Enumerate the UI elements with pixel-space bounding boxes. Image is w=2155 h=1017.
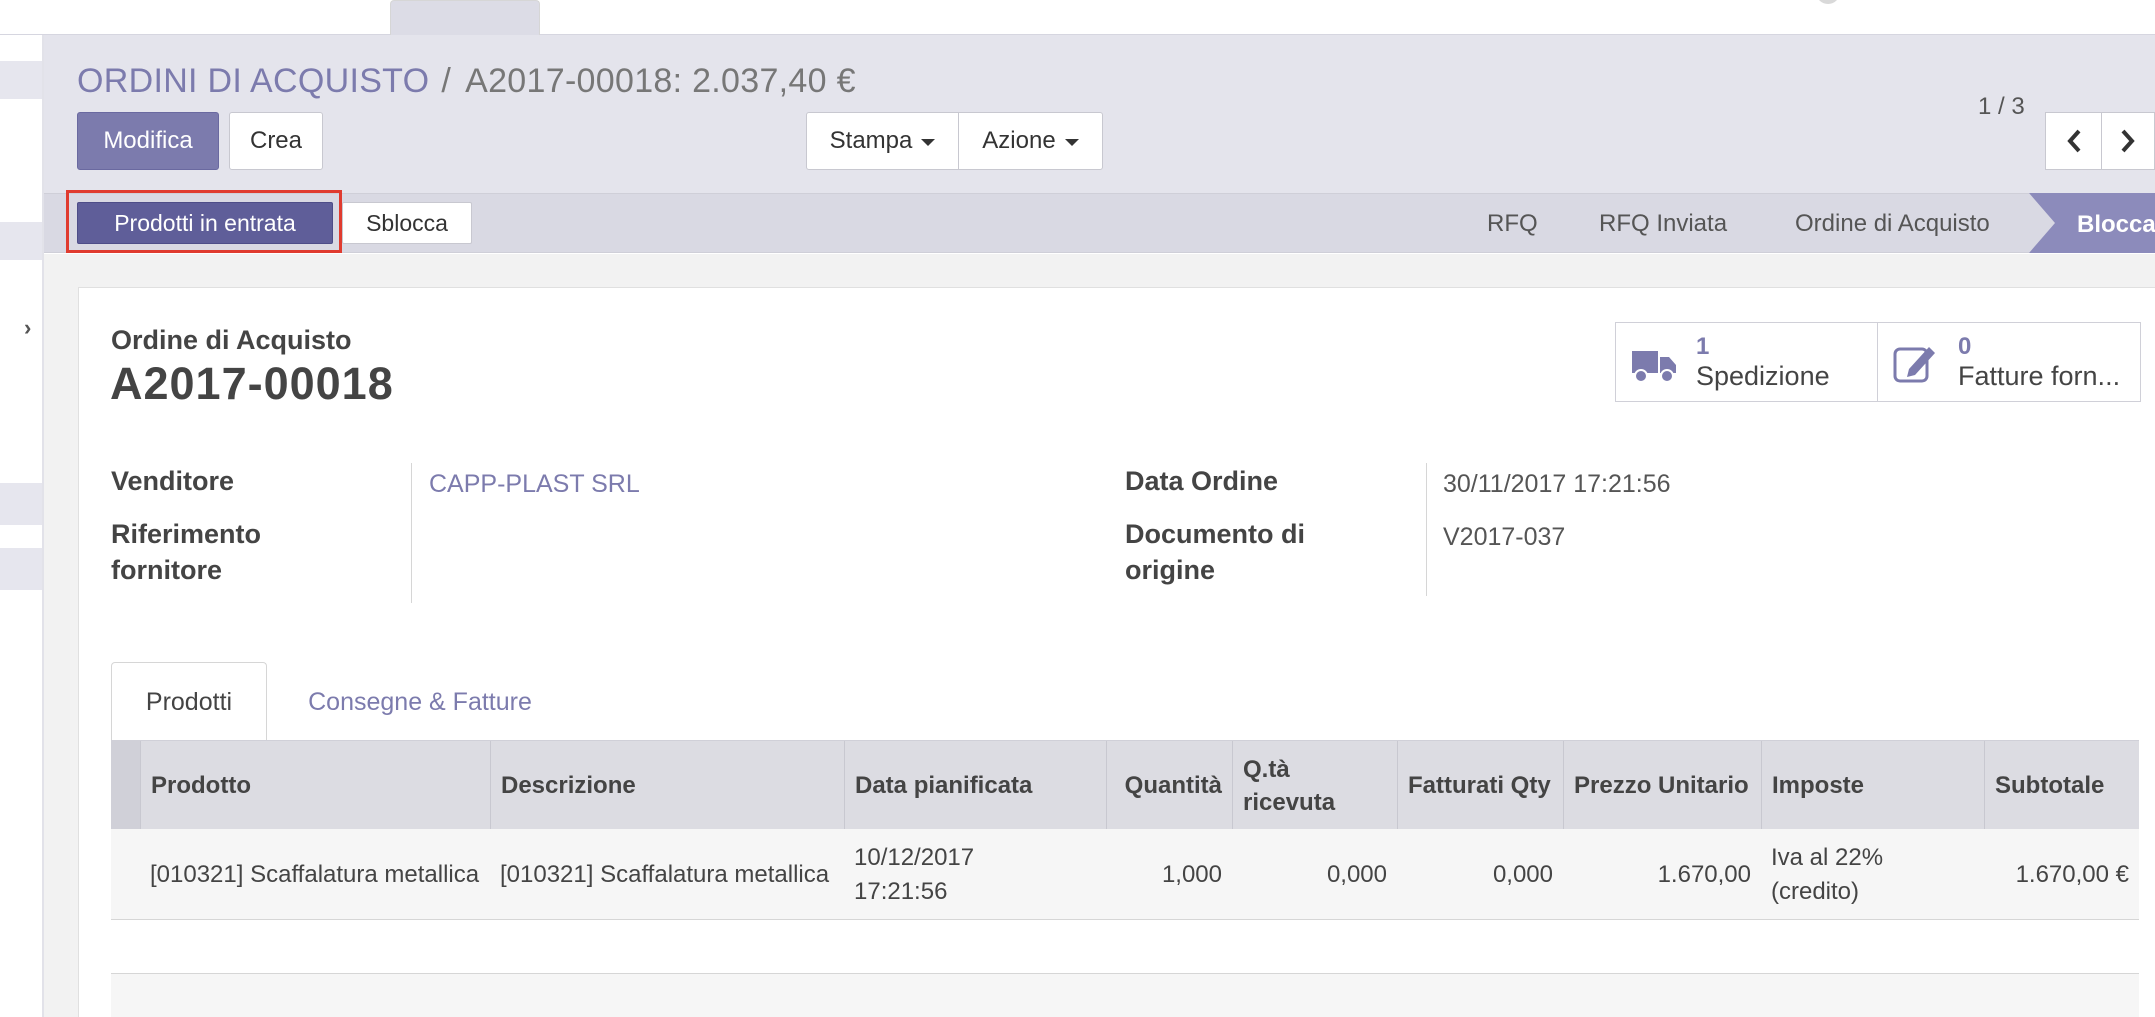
sidebar-item[interactable] (0, 548, 42, 590)
vendor-label: Venditore (111, 466, 235, 496)
cell-product: [010321] Scaffalatura metallica (150, 860, 480, 888)
column-header-billed-qty[interactable]: Fatturati Qty (1397, 741, 1563, 830)
chevron-left-icon (2066, 129, 2080, 153)
sidebar: › (0, 35, 44, 1017)
column-header-received-qty[interactable]: Q.tà ricevuta (1232, 741, 1397, 830)
stage-rfq[interactable]: RFQ (1487, 210, 1538, 238)
table-footer (111, 973, 2139, 1017)
vendor-value-link[interactable]: CAPP-PLAST SRL (429, 470, 640, 499)
vendor-reference-label: Riferimento fornitore (111, 519, 262, 585)
breadcrumb-current: A2017-00018: 2.037,40 € (465, 62, 856, 100)
column-header-description[interactable]: Descrizione (490, 741, 844, 830)
column-header-unit-price[interactable]: Prezzo Unitario (1563, 741, 1761, 830)
column-header-subtotal[interactable]: Subtotale (1984, 741, 2139, 830)
cell-unit-price: 1.670,00 (1657, 860, 1751, 888)
stage-rfq-sent[interactable]: RFQ Inviata (1599, 210, 1727, 238)
pager-value[interactable]: 1 / 3 (1978, 93, 2025, 121)
action-dropdown[interactable]: Azione (958, 112, 1103, 170)
caret-down-icon (1064, 139, 1079, 146)
vendor-bills-smart-button[interactable]: 0 Fatture forn... (1877, 322, 2141, 402)
shipment-smart-button[interactable]: 1 Spedizione (1615, 322, 1878, 402)
row-handle-column (111, 741, 140, 830)
top-menu-active-item[interactable] (390, 0, 540, 35)
cell-billed-qty: 0,000 (1492, 860, 1553, 888)
breadcrumb: ORDINI DI ACQUISTO / A2017-00018: 2.037,40… (77, 62, 856, 101)
sidebar-expand-icon[interactable]: › (24, 315, 31, 341)
cell-taxes: Iva al 22% (credito) (1771, 843, 1884, 905)
shipment-label: Spedizione (1696, 361, 1830, 391)
source-document-label: Documento di origine (1125, 519, 1305, 585)
pager-next-button[interactable] (2101, 112, 2155, 170)
pencil-square-icon (1893, 347, 1935, 383)
order-date-value: 30/11/2017 17:21:56 (1443, 470, 1671, 498)
unlock-button[interactable]: Sblocca (342, 202, 472, 244)
document-type-label: Ordine di Acquisto (111, 325, 352, 355)
print-dropdown-label: Stampa (829, 127, 913, 154)
sidebar-item[interactable] (0, 61, 42, 99)
stage-purchase-order[interactable]: Ordine di Acquisto (1795, 210, 1990, 238)
cell-received-qty: 0,000 (1326, 860, 1387, 888)
source-document-value: V2017-037 (1443, 523, 1566, 551)
document-name: A2017-00018 (110, 358, 394, 409)
column-header-product[interactable]: Prodotto (140, 741, 490, 830)
create-button[interactable]: Crea (229, 112, 323, 170)
action-dropdown-label: Azione (982, 127, 1056, 154)
tab-products[interactable]: Prodotti (111, 662, 267, 742)
caret-down-icon (921, 139, 936, 146)
order-lines-table-header: Prodotto Descrizione Data pianificata Qu… (111, 740, 2139, 830)
vendor-bills-label: Fatture forn... (1958, 361, 2121, 391)
tab-deliveries-invoices[interactable]: Consegne & Fatture (280, 662, 560, 742)
sidebar-item[interactable] (0, 222, 42, 260)
cell-description: [010321] Scaffalatura metallica (500, 860, 830, 888)
cell-scheduled-date: 10/12/2017 17:21:56 (854, 843, 975, 905)
cell-subtotal: 1.670,00 € (2015, 860, 2129, 888)
column-header-taxes[interactable]: Imposte (1761, 741, 1984, 830)
chevron-right-icon (2121, 129, 2135, 153)
truck-icon (1632, 351, 1676, 383)
sidebar-item[interactable] (0, 483, 42, 525)
top-navbar (0, 0, 2155, 35)
order-date-label: Data Ordine (1125, 466, 1279, 496)
print-dropdown[interactable]: Stampa (806, 112, 959, 170)
vendor-bills-count: 0 (1958, 333, 1972, 360)
table-row[interactable]: [010321] Scaffalatura metallica [010321]… (111, 829, 2139, 920)
field-divider (411, 463, 412, 603)
user-avatar[interactable] (1816, 0, 1840, 4)
column-header-quantity[interactable]: Quantità (1106, 741, 1232, 830)
receive-products-button[interactable]: Prodotti in entrata (77, 202, 333, 244)
breadcrumb-parent-link[interactable]: ORDINI DI ACQUISTO (77, 62, 429, 100)
shipment-count: 1 (1696, 333, 1710, 360)
edit-button[interactable]: Modifica (77, 112, 219, 170)
field-divider (1426, 463, 1427, 596)
pager-previous-button[interactable] (2045, 112, 2102, 170)
breadcrumb-separator: / (441, 62, 452, 100)
column-header-scheduled-date[interactable]: Data pianificata (844, 741, 1106, 830)
cell-quantity: 1,000 (1161, 860, 1222, 888)
stage-locked-active[interactable]: Bloccato (2029, 193, 2155, 253)
